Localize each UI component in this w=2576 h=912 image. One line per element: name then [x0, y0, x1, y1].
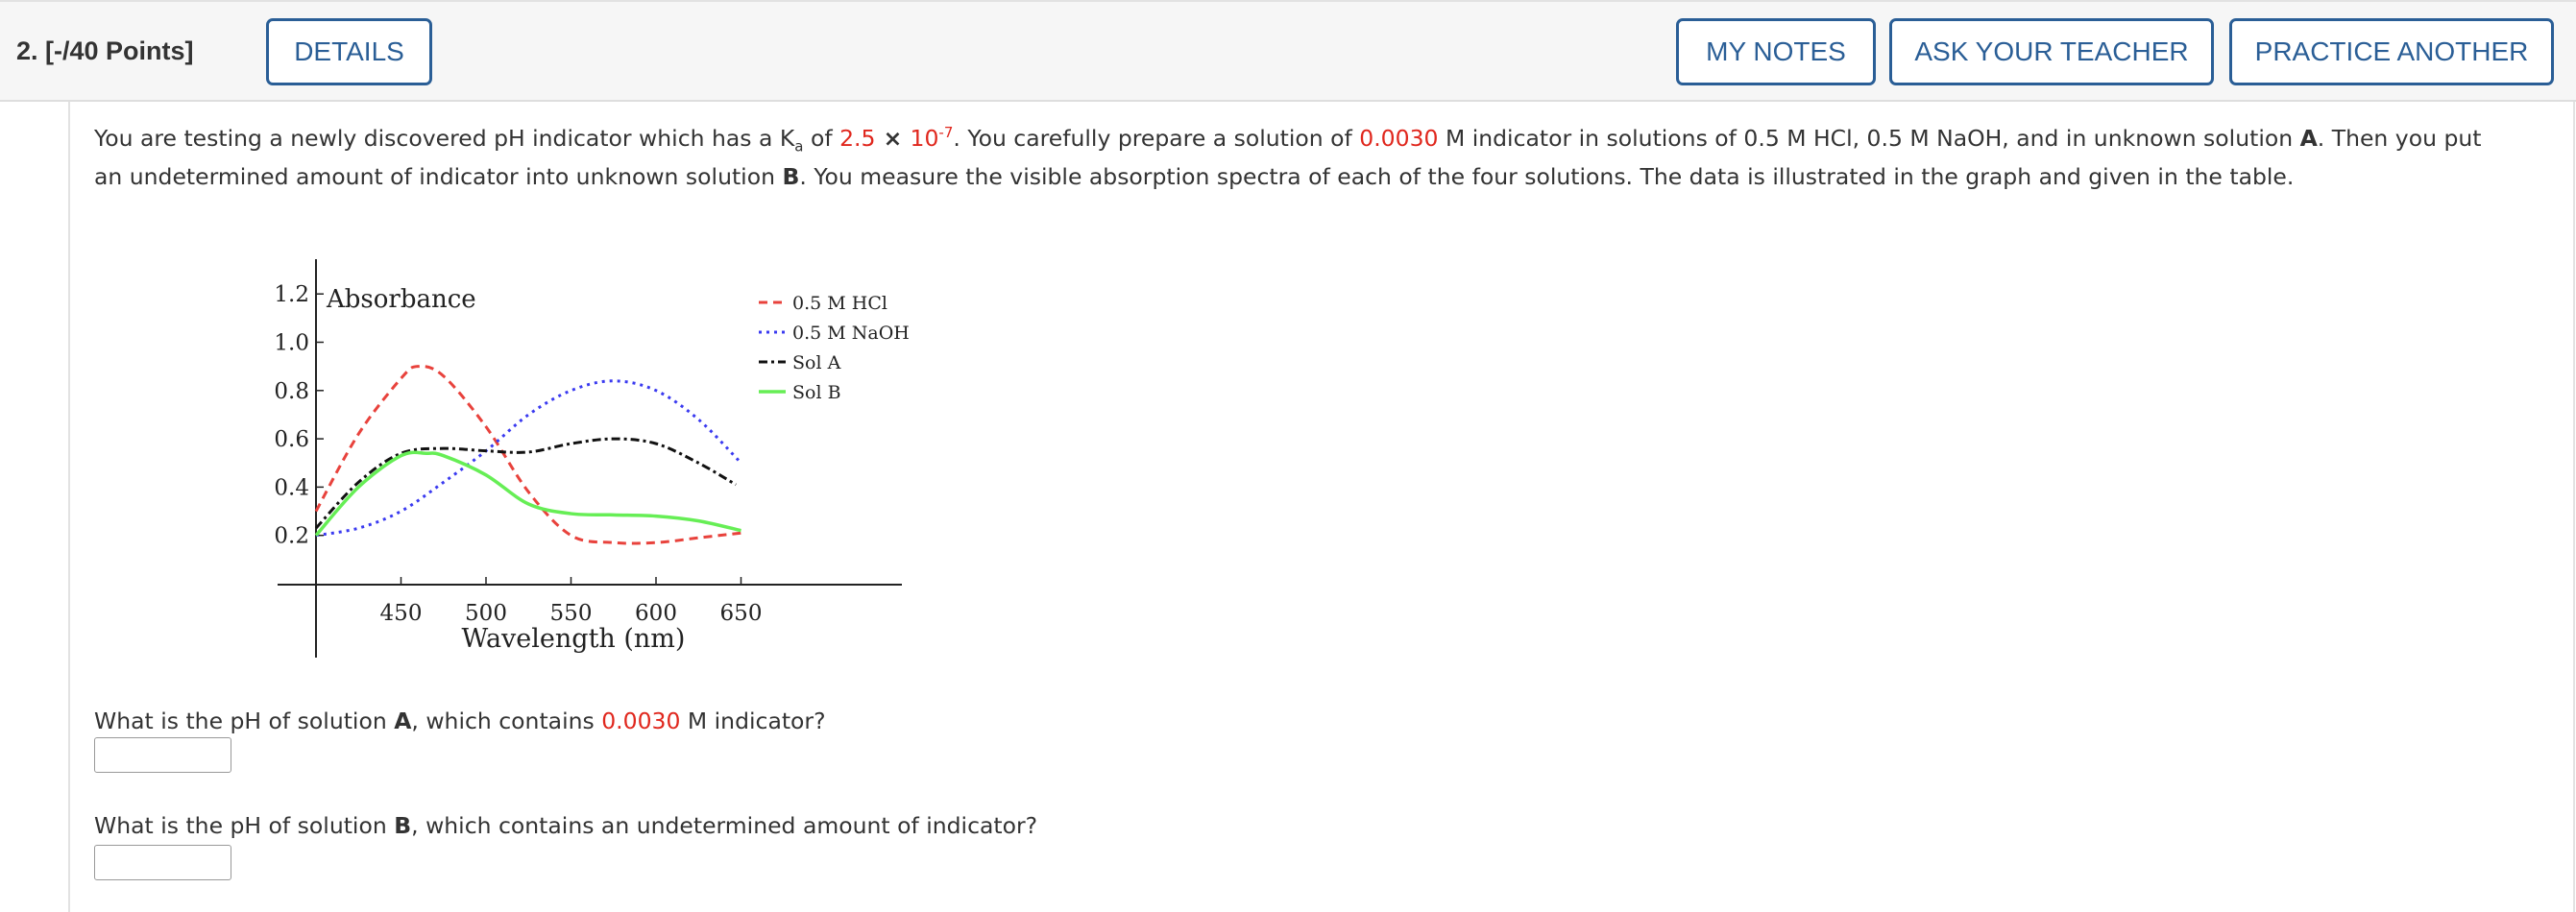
y-tick-label: 0.4: [274, 475, 309, 500]
y-tick-label: 0.8: [274, 379, 309, 404]
x-tick-label: 550: [550, 601, 593, 626]
text: , which contains an undetermined amount …: [411, 812, 1038, 839]
answer-input-b[interactable]: [94, 845, 231, 880]
series-line-0-5-m-naoh: [315, 379, 742, 538]
answer-input-a[interactable]: [94, 737, 231, 773]
y-tick-label: 0.6: [274, 427, 309, 452]
x-tick-label: 450: [380, 601, 423, 626]
y-tick-label: 1.0: [274, 331, 309, 356]
y-axis-label: Absorbance: [326, 285, 476, 314]
question-b: What is the pH of solution B, which cont…: [94, 806, 1037, 845]
text: , which contains: [411, 708, 602, 734]
legend-label: 0.5 M HCl: [792, 293, 887, 314]
y-tick-label: 0.2: [274, 524, 309, 549]
x-tick-label: 600: [635, 601, 677, 626]
series-line-sol-a: [314, 437, 737, 530]
x-tick-label: 500: [465, 601, 507, 626]
x-axis-label: Wavelength (nm): [462, 624, 686, 654]
text: What is the pH of solution: [94, 708, 395, 734]
legend-label: Sol B: [792, 382, 841, 403]
legend-label: Sol A: [792, 352, 841, 373]
absorbance-chart: 0.2 0.4 0.6 0.8 1.0 1.2 450 500 550 600 650 Absorba…: [274, 259, 910, 658]
legend-label: 0.5 M NaOH: [792, 323, 910, 344]
solution-label: A: [394, 708, 412, 734]
solution-label: B: [394, 812, 412, 839]
concentration-value: 0.0030: [601, 708, 681, 734]
text: M indicator?: [680, 708, 826, 734]
x-tick-label: 650: [720, 601, 763, 626]
text: What is the pH of solution: [94, 812, 395, 839]
question-page: 2. [-/40 Points] DETAILS MY NOTES ASK YO…: [0, 0, 2576, 912]
y-tick-label: 1.2: [274, 282, 309, 307]
question-a: What is the pH of solution A, which cont…: [94, 702, 826, 740]
